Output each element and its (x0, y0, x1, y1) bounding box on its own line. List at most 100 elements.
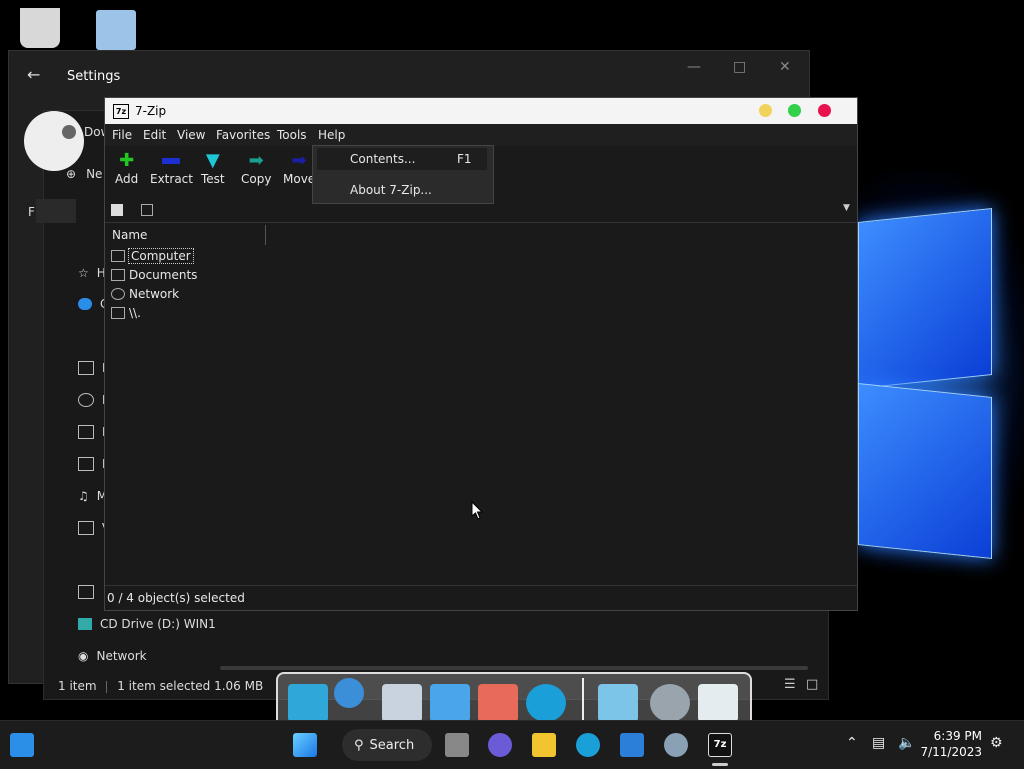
list-item[interactable]: Network (111, 287, 179, 301)
chevron-up-icon[interactable]: ⌃ (846, 735, 858, 751)
plus-icon[interactable]: ⊕ (66, 167, 76, 181)
test-button[interactable]: ▼ Test (201, 150, 225, 186)
search-icon: ⚲ (354, 737, 364, 753)
music-folder-icon[interactable] (478, 684, 518, 722)
explorer-status-bar: 1 item 1 item selected 1.06 MB (58, 679, 264, 693)
gear-icon[interactable] (650, 684, 690, 722)
copy-button[interactable]: ➡ Copy (241, 150, 271, 186)
back-arrow-icon[interactable]: ← (27, 65, 40, 84)
avatar (24, 111, 84, 171)
minimize-icon[interactable]: — (687, 59, 701, 75)
add-button[interactable]: ✚ Add (115, 150, 138, 186)
clock[interactable]: 6:39 PM 7/11/2023 (918, 728, 982, 760)
edge-icon[interactable] (576, 733, 600, 757)
list-header: Name (105, 223, 857, 245)
windows-start-icon[interactable] (293, 733, 317, 757)
computer-icon (78, 585, 94, 599)
minimize-button[interactable] (759, 104, 772, 117)
copy-arrow-icon: ➡ (248, 150, 264, 171)
desktop-icon (78, 361, 94, 375)
file-explorer-icon[interactable] (532, 733, 556, 757)
music-icon: ♫ (78, 489, 89, 503)
status-text: 0 / 4 object(s) selected (107, 591, 245, 605)
maximize-icon[interactable]: □ (733, 59, 746, 75)
search-button[interactable]: ⚲ Search (342, 729, 432, 761)
recycle-bin-desktop-icon[interactable] (20, 8, 60, 48)
list-item[interactable]: Documents (111, 268, 197, 282)
sidebar-item-this-pc[interactable] (78, 585, 94, 599)
star-icon: ☆ (78, 266, 89, 280)
menu-item-about[interactable]: About 7-Zip... (317, 179, 487, 201)
sidebar-item-home[interactable]: ☆ H (78, 266, 106, 280)
extract-button[interactable]: Extract (150, 150, 193, 186)
menu-favorites[interactable]: Favorites (216, 128, 270, 142)
network-icon (111, 288, 125, 300)
notification-icon[interactable]: ⚙ (990, 735, 1003, 751)
documents-icon (111, 269, 125, 281)
close-button[interactable] (818, 104, 831, 117)
menu-item-contents[interactable]: Contents... F1 (317, 148, 487, 170)
download-icon (78, 393, 94, 407)
horizontal-scrollbar[interactable] (220, 666, 808, 670)
plus-icon: ✚ (119, 150, 135, 171)
settings-title: Settings (67, 69, 121, 84)
sidebar-item-music[interactable]: ♫ M (78, 489, 107, 503)
camera-icon (78, 457, 94, 471)
start-widget-icon[interactable] (10, 733, 34, 757)
settings-gear-icon[interactable] (664, 733, 688, 757)
chevron-down-icon[interactable]: ▼ (843, 203, 850, 213)
dock-separator (582, 678, 584, 722)
drive-icon[interactable] (141, 204, 153, 216)
sidebar-item-network[interactable]: ◉ Network (78, 649, 147, 663)
tiles-view-icon[interactable]: □ (806, 677, 818, 692)
active-app-indicator (712, 763, 728, 766)
recycle-bin-icon[interactable] (698, 684, 738, 722)
close-icon[interactable]: ✕ (779, 59, 791, 75)
menu-view[interactable]: View (177, 128, 205, 142)
menu-help[interactable]: Help (318, 128, 345, 142)
filter-tab[interactable]: F (28, 199, 76, 223)
window-title: 7-Zip (135, 104, 167, 118)
desktop-app-icon[interactable] (288, 684, 328, 722)
file-desktop-icon[interactable] (96, 10, 136, 50)
details-view-icon[interactable]: ☰ (784, 677, 796, 692)
list-item[interactable]: Computer (111, 248, 194, 264)
menu-edit[interactable]: Edit (143, 128, 166, 142)
menu-tools[interactable]: Tools (277, 128, 307, 142)
cd-drive-icon (78, 618, 92, 630)
volume-icon[interactable]: 🔈 (898, 735, 915, 751)
windows-logo-pane (858, 207, 992, 390)
network-icon: ◉ (78, 649, 89, 663)
documents-folder-icon[interactable] (382, 684, 422, 722)
list-item[interactable]: \\. (111, 306, 141, 320)
7zip-logo-icon: 7z (113, 104, 129, 119)
video-icon (78, 521, 94, 535)
column-name[interactable]: Name (112, 228, 147, 242)
app-dock (276, 672, 752, 722)
globe-icon[interactable] (334, 678, 364, 708)
maximize-button[interactable] (788, 104, 801, 117)
folder-up-icon[interactable] (111, 204, 123, 216)
sidebar-item-cd-drive[interactable]: CD Drive (D:) WIN1 (78, 617, 216, 631)
task-view-icon[interactable] (445, 733, 469, 757)
check-icon: ▼ (205, 150, 220, 171)
edge-icon[interactable] (526, 684, 566, 722)
pictures-folder-icon[interactable] (430, 684, 470, 722)
new-button[interactable]: Ne (86, 167, 102, 181)
taskbar: ⚲ Search 7z ⌃ ▤ 🔈 6:39 PM 7/11/2023 ⚙ (0, 720, 1024, 769)
store-icon[interactable] (620, 733, 644, 757)
status-bar: 0 / 4 object(s) selected (105, 585, 857, 610)
computer-icon (111, 250, 125, 262)
7zip-titlebar[interactable]: 7z 7-Zip (105, 98, 857, 124)
network-tray-icon[interactable]: ▤ (872, 735, 885, 751)
chat-icon[interactable] (488, 733, 512, 757)
download-icon (62, 125, 76, 139)
move-button[interactable]: ➡ Move (283, 150, 315, 186)
control-panel-icon[interactable] (598, 684, 638, 722)
mouse-cursor-icon (471, 501, 483, 520)
menu-bar: File Edit View Favorites Tools Help (105, 124, 857, 146)
menu-file[interactable]: File (112, 128, 132, 142)
minus-icon (150, 150, 193, 172)
7zip-taskbar-icon[interactable]: 7z (708, 733, 732, 757)
move-arrow-icon: ➡ (291, 150, 307, 171)
